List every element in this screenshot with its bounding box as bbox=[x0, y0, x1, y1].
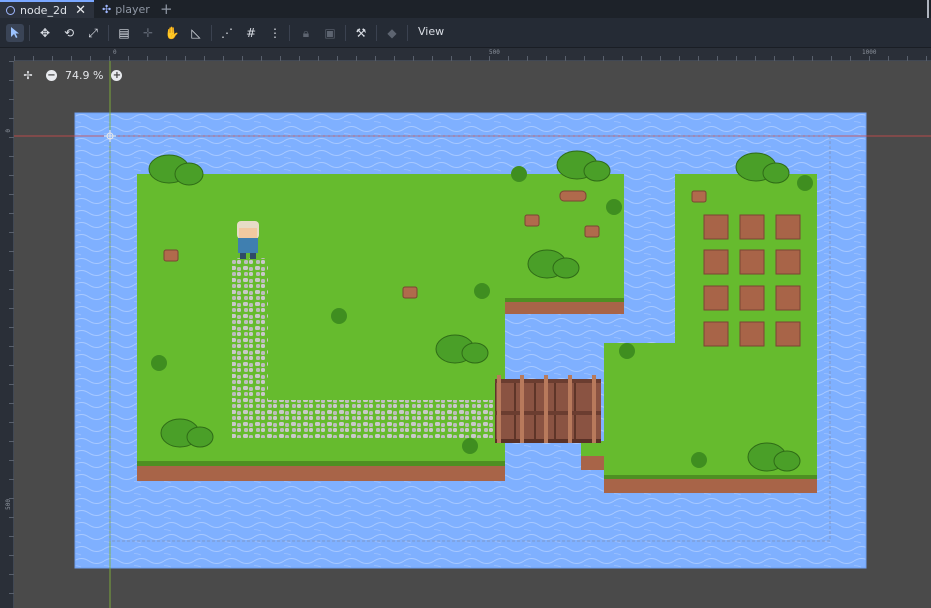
character-body-icon: ✣ bbox=[102, 2, 112, 16]
ruler-label: 1000 bbox=[862, 49, 877, 56]
lock-icon[interactable]: 🔒︎ bbox=[297, 24, 315, 42]
zoom-in-icon[interactable]: + bbox=[111, 69, 123, 81]
toolbar-separator bbox=[289, 25, 290, 41]
camera-override-icon[interactable]: ◆ bbox=[383, 24, 401, 42]
canvas-toolbar: ✥ ⟲ ⤢ ▤ ✛ ✋ ◺ ⋰ # ⋮ 🔒︎ ▣ ⚒ ◆ View bbox=[0, 18, 931, 48]
scene-tab-bar: node_2d ✕ ✣ player + bbox=[0, 0, 931, 18]
zoom-controls: ✢ − 74.9 % + bbox=[22, 67, 123, 83]
node2d-icon bbox=[6, 5, 15, 15]
snap-options-menu-icon[interactable]: ⋮ bbox=[266, 24, 284, 42]
toolbar-separator bbox=[407, 25, 408, 41]
tab-player[interactable]: ✣ player bbox=[98, 0, 160, 18]
tab-label: node_2d bbox=[20, 3, 67, 17]
list-select-tool-icon[interactable]: ▤ bbox=[115, 24, 133, 42]
view-menu-button[interactable]: View bbox=[418, 25, 444, 38]
ruler-tool-icon[interactable]: ◺ bbox=[187, 24, 205, 42]
center-view-icon[interactable]: ✢ bbox=[22, 69, 34, 82]
pan-tool-icon[interactable]: ✋ bbox=[163, 24, 181, 42]
vertical-ruler[interactable]: 0 500 bbox=[0, 61, 14, 608]
toolbar-separator bbox=[108, 25, 109, 41]
ruler-label: 0 bbox=[113, 49, 117, 56]
smart-snap-icon[interactable]: ⋰ bbox=[218, 24, 236, 42]
ruler-corner bbox=[0, 48, 14, 61]
toolbar-separator bbox=[376, 25, 377, 41]
zoom-level-label[interactable]: 74.9 % bbox=[65, 69, 103, 82]
rotate-tool-icon[interactable]: ⟲ bbox=[60, 24, 78, 42]
ruler-label: 500 bbox=[489, 49, 500, 56]
ruler-label: 500 bbox=[5, 499, 12, 510]
select-tool-icon[interactable] bbox=[6, 24, 24, 42]
tab-label: player bbox=[115, 2, 150, 16]
group-icon[interactable]: ▣ bbox=[321, 24, 339, 42]
grid-snap-icon[interactable]: # bbox=[242, 24, 260, 42]
pivot-tool-icon[interactable]: ✛ bbox=[139, 24, 157, 42]
wooden-bridge bbox=[495, 375, 601, 443]
toolbar-separator bbox=[345, 25, 346, 41]
skeleton-bone-icon[interactable]: ⚒ bbox=[352, 24, 370, 42]
scale-tool-icon[interactable]: ⤢ bbox=[84, 24, 102, 42]
toolbar-separator bbox=[211, 25, 212, 41]
toolbar-separator bbox=[29, 25, 30, 41]
close-icon[interactable]: ✕ bbox=[75, 3, 86, 18]
tab-node-2d[interactable]: node_2d ✕ bbox=[0, 0, 94, 18]
horizontal-ruler[interactable]: 0 500 1000 bbox=[14, 48, 931, 61]
tab-scroll-edge bbox=[927, 0, 931, 18]
move-tool-icon[interactable]: ✥ bbox=[36, 24, 54, 42]
canvas-viewport[interactable]: ✢ − 74.9 % + bbox=[14, 61, 931, 608]
tilemap-scene bbox=[14, 61, 931, 608]
zoom-out-icon[interactable]: − bbox=[46, 69, 57, 81]
add-tab-icon[interactable]: + bbox=[160, 0, 173, 18]
ruler-label: 0 bbox=[5, 129, 12, 133]
